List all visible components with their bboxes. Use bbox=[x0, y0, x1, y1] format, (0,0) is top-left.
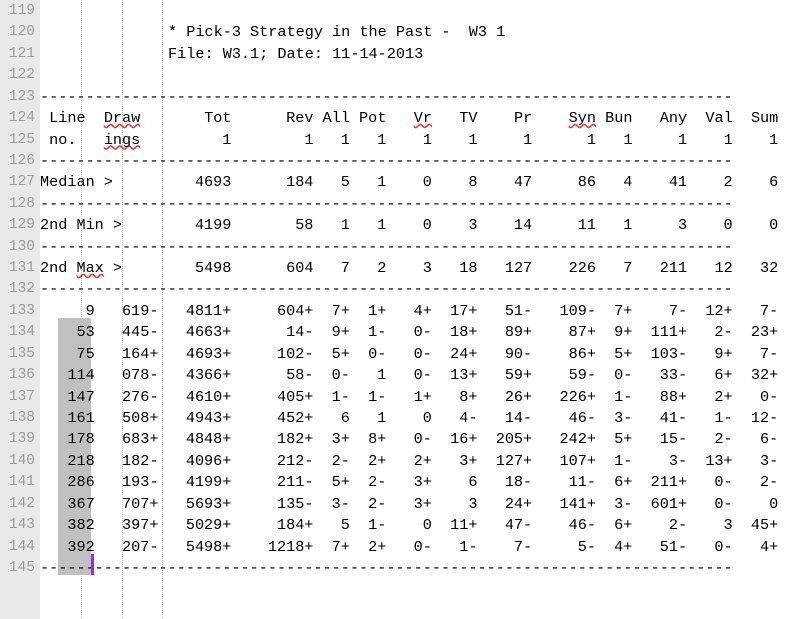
table-row[interactable]: 9 619- 4811+ 604+ 7+ 1+ 4+ 17+ 51- 109- … bbox=[40, 301, 779, 322]
table-row[interactable]: 382 397+ 5029+ 184+ 5 1- 0 11+ 47- 46- 6… bbox=[40, 515, 778, 536]
separator-line: ----------------------------------------… bbox=[40, 151, 733, 170]
table-row[interactable]: 218 182- 4096+ 212- 2- 2+ 2+ 3+ 127+ 107… bbox=[40, 451, 778, 472]
stats-row: 2nd Min > 4199 58 1 1 0 3 14 11 1 3 0 0 bbox=[40, 216, 779, 235]
line-number: 131 bbox=[8, 260, 35, 277]
line-number: 133 bbox=[8, 302, 35, 319]
line-number: 123 bbox=[8, 88, 35, 105]
line-number: 119 bbox=[8, 3, 35, 19]
line-number: 138 bbox=[8, 409, 35, 426]
table-row[interactable]: 147 276- 4610+ 405+ 1- 1- 1+ 8+ 26+ 226+… bbox=[40, 387, 778, 408]
table-row[interactable]: 161 508+ 4943+ 452+ 6 1 0 4- 14- 46- 3- … bbox=[40, 408, 778, 429]
stats-row: Median > 4693 184 5 1 0 8 47 86 4 41 2 6 bbox=[40, 173, 779, 192]
text-caret bbox=[91, 554, 94, 575]
line-number: 144 bbox=[8, 538, 35, 555]
line-number: 142 bbox=[8, 495, 35, 512]
document-title-line: * Pick-3 Strategy in the Past - W3 1 bbox=[168, 23, 506, 42]
line-number: 143 bbox=[8, 517, 35, 534]
line-number: 127 bbox=[8, 174, 35, 191]
line-number: 139 bbox=[8, 431, 35, 448]
table-header-row-primary: Line Draw Tot Rev All Pot Vr TV Pr Syn B… bbox=[40, 109, 779, 128]
misspelled-word: Draw bbox=[103, 109, 141, 128]
table-row[interactable]: 286 193- 4199+ 211- 5+ 2- 3+ 6 18- 11- 6… bbox=[40, 472, 778, 493]
line-number: 136 bbox=[8, 367, 35, 384]
line-number: 129 bbox=[8, 217, 35, 234]
line-number: 134 bbox=[8, 324, 35, 341]
line-number: 132 bbox=[8, 281, 35, 298]
document-file-line: File: W3.1; Date: 11-14-2013 bbox=[168, 44, 424, 63]
line-number: 122 bbox=[8, 67, 35, 84]
line-number: 137 bbox=[8, 388, 35, 405]
line-number: 145 bbox=[8, 559, 35, 576]
line-number: 140 bbox=[8, 452, 35, 469]
separator-line: ----------------------------------------… bbox=[40, 194, 733, 213]
line-number: 141 bbox=[8, 474, 35, 491]
line-number: 124 bbox=[8, 110, 35, 127]
line-number-gutter[interactable]: 119 120 121 122 123 124 125 126 127 128 129 130 131 1… bbox=[0, 0, 40, 619]
table-header-row-secondary: no. ings 1 1 1 1 1 1 1 1 1 1 1 1 bbox=[40, 130, 779, 149]
line-number: 135 bbox=[8, 345, 35, 362]
line-number: 130 bbox=[8, 238, 35, 255]
table-row[interactable]: 392 207- 5498+ 1218+ 7+ 2+ 0- 1- 7- 5- 4… bbox=[40, 537, 778, 558]
misspelled-word: Syn bbox=[568, 109, 596, 128]
table-row[interactable]: 114 078- 4366+ 58- 0- 1 0- 13+ 59+ 59- 0… bbox=[40, 365, 778, 386]
misspelled-word: Vr bbox=[413, 109, 432, 128]
table-row[interactable]: 178 683+ 4848+ 182+ 3+ 8+ 0- 16+ 205+ 24… bbox=[40, 429, 778, 450]
line-number: 121 bbox=[8, 45, 35, 62]
line-number: 128 bbox=[8, 195, 35, 212]
line-number: 126 bbox=[8, 152, 35, 169]
line-number: 120 bbox=[8, 24, 35, 41]
table-row[interactable]: 53 445- 4663+ 14- 9+ 1- 0- 18+ 89+ 87+ 9… bbox=[40, 322, 778, 343]
separator-line: ----------------------------------------… bbox=[40, 558, 733, 577]
separator-line: ----------------------------------------… bbox=[40, 280, 733, 299]
separator-line: ----------------------------------------… bbox=[40, 87, 733, 106]
misspelled-word: Max bbox=[76, 259, 104, 278]
separator-line: ----------------------------------------… bbox=[40, 237, 733, 256]
stats-row: 2nd Max > 5498 604 7 2 3 18 127 226 7 21… bbox=[40, 259, 779, 278]
table-row[interactable]: 367 707+ 5693+ 135- 3- 2- 3+ 3 24+ 141+ … bbox=[40, 494, 778, 515]
line-number: 125 bbox=[8, 131, 35, 148]
table-row[interactable]: 75 164+ 4693+ 102- 5+ 0- 0- 24+ 90- 86+ … bbox=[40, 344, 778, 365]
text-editor[interactable]: 119 120 121 122 123 124 125 126 127 128 129 130 131 1… bbox=[0, 0, 811, 619]
text-content-layer[interactable]: * Pick-3 Strategy in the Past - W3 1 File… bbox=[40, 0, 811, 619]
misspelled-word: ings bbox=[103, 130, 141, 149]
